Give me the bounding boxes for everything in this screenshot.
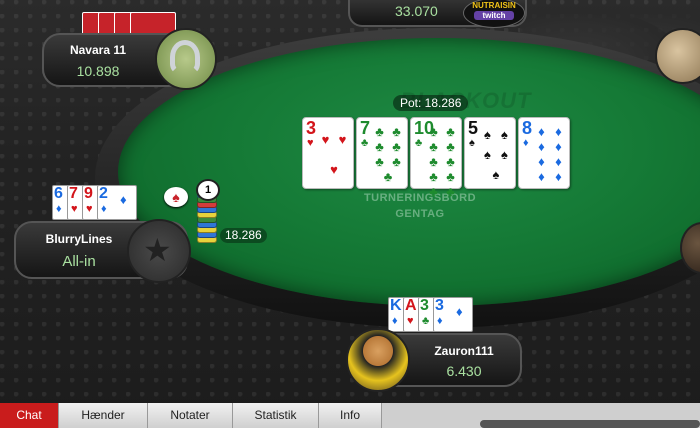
dealer-button: 1: [196, 179, 220, 201]
card-center-suit: ♦: [120, 192, 127, 207]
card-pips: ♥ ♥ ♥: [321, 131, 347, 177]
felt-text-line-1: TURNERINGSBORD: [363, 192, 477, 204]
card-suit: ♥: [86, 203, 93, 215]
poker-table-screen: BLACKOUT TURNERINGSBORD GENTAG 33.070 NU…: [0, 0, 700, 428]
card-suit: ♦: [56, 203, 62, 215]
board-card: 10 ♣ ♣ ♣ ♣ ♣ ♣ ♣ ♣ ♣ ♣ ♣: [410, 117, 462, 199]
card-center-suit: ♦: [456, 304, 463, 319]
card-pips: ♦ ♦ ♦ ♦ ♦ ♦ ♦ ♦: [538, 124, 562, 184]
card-suit: ♦: [101, 203, 107, 215]
tab-statistics[interactable]: Statistik: [233, 403, 319, 428]
felt-text-line-2: GENTAG: [395, 208, 445, 220]
board-card: 5 ♠ ♠ ♠ ♠ ♠ ♠: [464, 117, 516, 189]
horseshoe-icon: [170, 40, 200, 74]
bet-slider[interactable]: [480, 420, 700, 428]
bet-amount: 18.286: [220, 228, 267, 243]
tab-hands[interactable]: Hænder: [59, 403, 148, 428]
card-suit: ♦: [392, 315, 398, 327]
tab-info[interactable]: Info: [319, 403, 382, 428]
card-rank: 3: [420, 297, 429, 314]
badge-bottom-text: twitch: [474, 11, 514, 20]
pot-label: Pot: 18.286: [393, 95, 469, 111]
hole-card: 3 ♦ ♦: [433, 297, 473, 332]
player-stack: 10.898: [76, 63, 120, 79]
card-suit: ♥: [71, 203, 78, 215]
player-name: Navara 11: [69, 43, 127, 57]
card-suit: ♣: [361, 137, 369, 149]
card-rank: 9: [84, 185, 93, 202]
default-avatar: ★: [127, 219, 191, 283]
top-player-plate[interactable]: 33.070 NUTRAISIN twitch: [348, 0, 527, 28]
card-rank: 5: [468, 118, 479, 138]
board-card: 7 ♣ ♣ ♣ ♣ ♣ ♣ ♣ ♣: [356, 117, 408, 189]
badge-top-text: NUTRAISIN: [472, 1, 516, 10]
hero-avatar: [346, 328, 410, 392]
top-player-stack: 33.070: [395, 3, 438, 19]
card-rank: 3: [435, 297, 444, 314]
tab-notes[interactable]: Notater: [148, 403, 233, 428]
tab-chat[interactable]: Chat: [0, 403, 59, 428]
card-suit: ♣: [415, 137, 423, 149]
twitch-badge: NUTRAISIN twitch: [463, 0, 525, 28]
board-card: 3 ♥ ♥ ♥ ♥: [302, 117, 354, 189]
card-rank: 6: [54, 185, 63, 202]
spade-marker-icon: ♠: [164, 187, 188, 207]
card-suit: ♣: [422, 315, 430, 327]
card-rank: 2: [99, 185, 108, 202]
card-pips: ♣ ♣ ♣ ♣ ♣ ♣ ♣ ♣ ♣ ♣: [429, 124, 455, 199]
card-suit: ♥: [407, 315, 414, 327]
card-rank: K: [390, 297, 402, 314]
star-icon: ★: [143, 232, 172, 268]
hole-card: 2 ♦ ♦: [97, 185, 137, 220]
card-suit: ♦: [437, 315, 443, 327]
card-suit: ♠: [469, 137, 475, 149]
card-rank: 7: [69, 185, 78, 202]
card-rank: 3: [306, 118, 317, 138]
card-rank: A: [405, 297, 417, 314]
card-pips: ♣ ♣ ♣ ♣ ♣ ♣ ♣: [375, 124, 401, 184]
horseshoe-avatar: [155, 28, 217, 90]
card-suit: ♦: [523, 137, 529, 149]
card-rank: 7: [360, 118, 371, 138]
card-rank: 8: [522, 118, 533, 138]
card-suit: ♥: [307, 137, 314, 149]
board-card: 8 ♦ ♦ ♦ ♦ ♦ ♦ ♦ ♦ ♦: [518, 117, 570, 189]
card-pips: ♠ ♠ ♠ ♠ ♠: [484, 126, 508, 182]
